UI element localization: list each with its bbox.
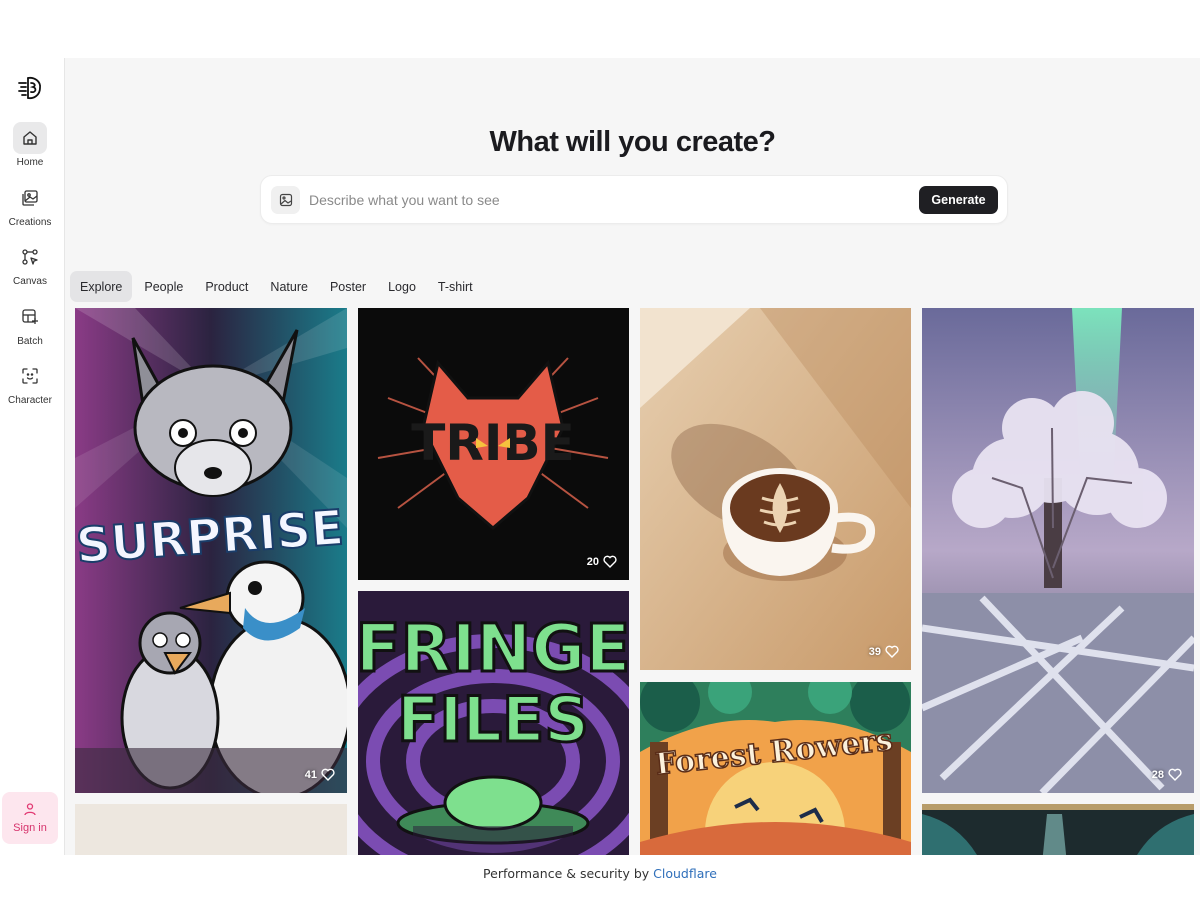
like-count-value: 41 bbox=[304, 768, 317, 781]
heart-icon bbox=[1168, 768, 1182, 781]
canvas-icon bbox=[13, 241, 47, 273]
gallery-card-fringe-files[interactable]: FRINGE FILES bbox=[358, 591, 629, 855]
fringe-title-line2: FILES bbox=[397, 683, 589, 756]
like-count[interactable]: 39 bbox=[869, 645, 899, 658]
nav-character[interactable]: Character bbox=[0, 360, 60, 406]
nav-canvas[interactable]: Canvas bbox=[0, 241, 60, 287]
nav-creations-label: Creations bbox=[8, 217, 52, 228]
sign-in-button[interactable]: Sign in bbox=[2, 792, 58, 844]
latte-photo-image bbox=[640, 308, 911, 670]
gallery-card-frozen-tree[interactable]: 28 bbox=[922, 308, 1194, 793]
nav-character-label: Character bbox=[8, 395, 52, 406]
heart-icon bbox=[321, 768, 335, 781]
heart-icon bbox=[885, 645, 899, 658]
like-count-value: 39 bbox=[868, 645, 881, 658]
nav-creations[interactable]: Creations bbox=[0, 182, 60, 228]
prompt-input[interactable] bbox=[309, 184, 899, 216]
image-upload-button[interactable] bbox=[271, 186, 300, 214]
like-count-value: 20 bbox=[586, 555, 599, 568]
app-window: Home Creations Canvas Batch Character Si… bbox=[0, 58, 1200, 855]
frozen-tree-photo-image bbox=[922, 308, 1194, 793]
gallery-card-forest-rowers[interactable]: Forest Rowers bbox=[640, 682, 911, 855]
dark-forest-image bbox=[922, 804, 1194, 855]
category-tabs: Explore People Product Nature Poster Log… bbox=[70, 271, 483, 302]
gallery-card-cream[interactable] bbox=[75, 804, 347, 855]
generate-button[interactable]: Generate bbox=[919, 186, 998, 214]
user-icon bbox=[24, 803, 36, 816]
footer: Performance & security by Cloudflare bbox=[0, 866, 1200, 881]
gallery-card-coffee[interactable]: 39 bbox=[640, 308, 911, 670]
image-upload-icon bbox=[279, 193, 292, 207]
brain-logo-icon[interactable] bbox=[16, 74, 44, 102]
fringe-title-line1: FRINGE bbox=[358, 610, 629, 687]
tab-people[interactable]: People bbox=[134, 271, 193, 302]
tab-nature[interactable]: Nature bbox=[260, 271, 318, 302]
like-count[interactable]: 41 bbox=[305, 768, 335, 781]
like-count[interactable]: 20 bbox=[587, 555, 617, 568]
footer-text: Performance & security by bbox=[483, 866, 650, 881]
nav-home[interactable]: Home bbox=[0, 122, 60, 168]
prompt-bar: Generate bbox=[260, 175, 1008, 224]
tribe-logo-image: TRIBE bbox=[358, 308, 629, 580]
home-icon bbox=[13, 122, 47, 154]
like-count[interactable]: 28 bbox=[1152, 768, 1182, 781]
tab-product[interactable]: Product bbox=[195, 271, 258, 302]
tab-tshirt[interactable]: T-shirt bbox=[428, 271, 483, 302]
sidebar: Home Creations Canvas Batch Character Si… bbox=[0, 58, 65, 855]
gallery-card-surprise[interactable]: SURPRISE 41 bbox=[75, 308, 347, 793]
forest-rowers-poster-image: Forest Rowers bbox=[640, 682, 911, 855]
nav-home-label: Home bbox=[16, 157, 44, 168]
images-icon bbox=[13, 182, 47, 214]
nav-batch[interactable]: Batch bbox=[0, 301, 60, 347]
gallery-card-tribe[interactable]: TRIBE 20 bbox=[358, 308, 629, 580]
page-title: What will you create? bbox=[489, 126, 777, 158]
character-icon bbox=[13, 360, 47, 392]
tribe-logo-text: TRIBE bbox=[411, 414, 574, 472]
gallery-card-dark-forest[interactable] bbox=[922, 804, 1194, 855]
like-count-value: 28 bbox=[1151, 768, 1164, 781]
sign-in-label: Sign in bbox=[13, 822, 47, 834]
batch-icon bbox=[13, 301, 47, 333]
fringe-files-poster-image: FRINGE FILES bbox=[358, 591, 629, 855]
nav-batch-label: Batch bbox=[17, 336, 43, 347]
nav-canvas-label: Canvas bbox=[13, 276, 47, 287]
surprise-poster-image: SURPRISE bbox=[75, 308, 347, 793]
cloudflare-link[interactable]: Cloudflare bbox=[653, 866, 717, 881]
tab-explore[interactable]: Explore bbox=[70, 271, 133, 302]
tab-logo[interactable]: Logo bbox=[378, 271, 426, 302]
tab-poster[interactable]: Poster bbox=[320, 271, 376, 302]
heart-icon bbox=[603, 555, 617, 568]
